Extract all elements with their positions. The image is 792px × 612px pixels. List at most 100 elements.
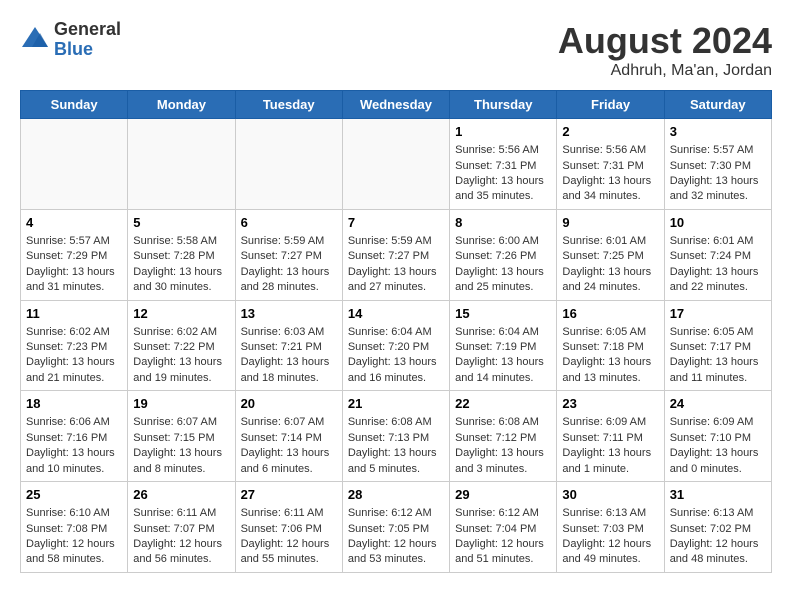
page-header: General Blue August 2024 Adhruh, Ma'an, … <box>20 20 772 80</box>
day-number: 14 <box>348 305 444 323</box>
day-number: 1 <box>455 123 551 141</box>
day-info: Sunrise: 6:05 AMSunset: 7:17 PMDaylight:… <box>670 325 766 387</box>
logo-text: General Blue <box>54 20 121 60</box>
day-number: 28 <box>348 486 444 504</box>
day-info: Sunrise: 6:13 AMSunset: 7:03 PMDaylight:… <box>562 506 658 568</box>
calendar-cell: 9Sunrise: 6:01 AMSunset: 7:25 PMDaylight… <box>557 209 664 300</box>
calendar-cell: 29 Sunrise: 6:12 AMSunset: 7:04 PMDayligh… <box>450 482 557 573</box>
day-of-week-header: Tuesday <box>235 91 342 119</box>
day-info: Sunrise: 6:09 AMSunset: 7:10 PMDaylight:… <box>670 415 766 477</box>
logo-blue: Blue <box>54 40 121 60</box>
calendar-cell: 2 Sunrise: 5:56 AMSunset: 7:31 PMDaylight… <box>557 119 664 210</box>
calendar-cell: 30 Sunrise: 6:13 AMSunset: 7:03 PMDayligh… <box>557 482 664 573</box>
day-info: Sunrise: 6:04 AMSunset: 7:20 PMDaylight:… <box>348 325 444 387</box>
logo: General Blue <box>20 20 121 60</box>
day-info: Sunrise: 6:13 AMSunset: 7:02 PMDaylight:… <box>670 506 766 568</box>
day-number: 19 <box>133 395 229 413</box>
day-info: Sunrise: 6:00 AMSunset: 7:26 PMDaylight:… <box>455 234 551 296</box>
day-number: 20 <box>241 395 337 413</box>
day-info: Sunrise: 6:02 AMSunset: 7:23 PMDaylight:… <box>26 325 122 387</box>
day-of-week-header: Wednesday <box>342 91 449 119</box>
day-info: Sunrise: 6:03 AMSunset: 7:21 PMDaylight:… <box>241 325 337 387</box>
calendar-cell <box>342 119 449 210</box>
header-row: SundayMondayTuesdayWednesdayThursdayFrid… <box>21 91 772 119</box>
calendar-cell: 7Sunrise: 5:59 AMSunset: 7:27 PMDaylight… <box>342 209 449 300</box>
day-number: 3 <box>670 123 766 141</box>
day-info: Sunrise: 6:07 AMSunset: 7:14 PMDaylight:… <box>241 415 337 477</box>
calendar-cell: 14 Sunrise: 6:04 AMSunset: 7:20 PMDayligh… <box>342 300 449 391</box>
day-number: 12 <box>133 305 229 323</box>
calendar-cell: 26 Sunrise: 6:11 AMSunset: 7:07 PMDayligh… <box>128 482 235 573</box>
calendar-table: SundayMondayTuesdayWednesdayThursdayFrid… <box>20 90 772 573</box>
calendar-cell <box>21 119 128 210</box>
calendar-cell: 28 Sunrise: 6:12 AMSunset: 7:05 PMDayligh… <box>342 482 449 573</box>
day-number: 13 <box>241 305 337 323</box>
calendar-week-row: 18Sunrise: 6:06 AMSunset: 7:16 PMDayligh… <box>21 391 772 482</box>
day-number: 4 <box>26 214 122 232</box>
calendar-week-row: 1 Sunrise: 5:56 AMSunset: 7:31 PMDaylight… <box>21 119 772 210</box>
calendar-cell: 11 Sunrise: 6:02 AMSunset: 7:23 PMDayligh… <box>21 300 128 391</box>
day-info: Sunrise: 6:07 AMSunset: 7:15 PMDaylight:… <box>133 415 229 477</box>
day-info: Sunrise: 6:08 AMSunset: 7:12 PMDaylight:… <box>455 415 551 477</box>
day-info: Sunrise: 5:56 AMSunset: 7:31 PMDaylight:… <box>562 143 658 205</box>
calendar-cell: 4 Sunrise: 5:57 AMSunset: 7:29 PMDaylight… <box>21 209 128 300</box>
calendar-cell: 3Sunrise: 5:57 AMSunset: 7:30 PMDaylight… <box>664 119 771 210</box>
day-number: 6 <box>241 214 337 232</box>
logo-icon <box>20 25 50 55</box>
day-number: 30 <box>562 486 658 504</box>
day-number: 15 <box>455 305 551 323</box>
day-info: Sunrise: 6:02 AMSunset: 7:22 PMDaylight:… <box>133 325 229 387</box>
day-number: 2 <box>562 123 658 141</box>
calendar-cell: 27 Sunrise: 6:11 AMSunset: 7:06 PMDayligh… <box>235 482 342 573</box>
day-info: Sunrise: 6:04 AMSunset: 7:19 PMDaylight:… <box>455 325 551 387</box>
day-info: Sunrise: 6:11 AMSunset: 7:06 PMDaylight:… <box>241 506 337 568</box>
calendar-header: SundayMondayTuesdayWednesdayThursdayFrid… <box>21 91 772 119</box>
day-number: 26 <box>133 486 229 504</box>
day-number: 7 <box>348 214 444 232</box>
day-of-week-header: Friday <box>557 91 664 119</box>
day-info: Sunrise: 5:56 AMSunset: 7:31 PMDaylight:… <box>455 143 551 205</box>
calendar-cell: 8 Sunrise: 6:00 AMSunset: 7:26 PMDaylight… <box>450 209 557 300</box>
day-info: Sunrise: 6:12 AMSunset: 7:04 PMDaylight:… <box>455 506 551 568</box>
day-number: 5 <box>133 214 229 232</box>
calendar-cell: 22Sunrise: 6:08 AMSunset: 7:12 PMDayligh… <box>450 391 557 482</box>
calendar-cell: 16Sunrise: 6:05 AMSunset: 7:18 PMDayligh… <box>557 300 664 391</box>
day-number: 25 <box>26 486 122 504</box>
day-of-week-header: Thursday <box>450 91 557 119</box>
day-number: 10 <box>670 214 766 232</box>
day-info: Sunrise: 6:06 AMSunset: 7:16 PMDaylight:… <box>26 415 122 477</box>
day-info: Sunrise: 6:10 AMSunset: 7:08 PMDaylight:… <box>26 506 122 568</box>
day-info: Sunrise: 5:59 AMSunset: 7:27 PMDaylight:… <box>241 234 337 296</box>
day-number: 11 <box>26 305 122 323</box>
calendar-week-row: 4 Sunrise: 5:57 AMSunset: 7:29 PMDaylight… <box>21 209 772 300</box>
day-info: Sunrise: 6:12 AMSunset: 7:05 PMDaylight:… <box>348 506 444 568</box>
day-info: Sunrise: 5:57 AMSunset: 7:29 PMDaylight:… <box>26 234 122 296</box>
day-info: Sunrise: 6:08 AMSunset: 7:13 PMDaylight:… <box>348 415 444 477</box>
day-info: Sunrise: 6:11 AMSunset: 7:07 PMDaylight:… <box>133 506 229 568</box>
day-of-week-header: Monday <box>128 91 235 119</box>
calendar-cell: 23Sunrise: 6:09 AMSunset: 7:11 PMDayligh… <box>557 391 664 482</box>
calendar-cell <box>128 119 235 210</box>
calendar-cell: 10Sunrise: 6:01 AMSunset: 7:24 PMDayligh… <box>664 209 771 300</box>
calendar-cell: 1 Sunrise: 5:56 AMSunset: 7:31 PMDaylight… <box>450 119 557 210</box>
day-number: 31 <box>670 486 766 504</box>
calendar-cell: 24Sunrise: 6:09 AMSunset: 7:10 PMDayligh… <box>664 391 771 482</box>
day-of-week-header: Saturday <box>664 91 771 119</box>
calendar-cell: 18Sunrise: 6:06 AMSunset: 7:16 PMDayligh… <box>21 391 128 482</box>
calendar-cell: 25 Sunrise: 6:10 AMSunset: 7:08 PMDayligh… <box>21 482 128 573</box>
day-number: 8 <box>455 214 551 232</box>
day-number: 9 <box>562 214 658 232</box>
calendar-cell: 6 Sunrise: 5:59 AMSunset: 7:27 PMDaylight… <box>235 209 342 300</box>
day-of-week-header: Sunday <box>21 91 128 119</box>
day-number: 21 <box>348 395 444 413</box>
calendar-body: 1 Sunrise: 5:56 AMSunset: 7:31 PMDaylight… <box>21 119 772 573</box>
calendar-cell: 21 Sunrise: 6:08 AMSunset: 7:13 PMDayligh… <box>342 391 449 482</box>
day-number: 29 <box>455 486 551 504</box>
title-block: August 2024 Adhruh, Ma'an, Jordan <box>558 20 772 80</box>
calendar-cell: 19 Sunrise: 6:07 AMSunset: 7:15 PMDayligh… <box>128 391 235 482</box>
logo-general: General <box>54 20 121 40</box>
calendar-week-row: 25 Sunrise: 6:10 AMSunset: 7:08 PMDayligh… <box>21 482 772 573</box>
day-number: 27 <box>241 486 337 504</box>
calendar-cell: 31 Sunrise: 6:13 AMSunset: 7:02 PMDayligh… <box>664 482 771 573</box>
day-number: 17 <box>670 305 766 323</box>
